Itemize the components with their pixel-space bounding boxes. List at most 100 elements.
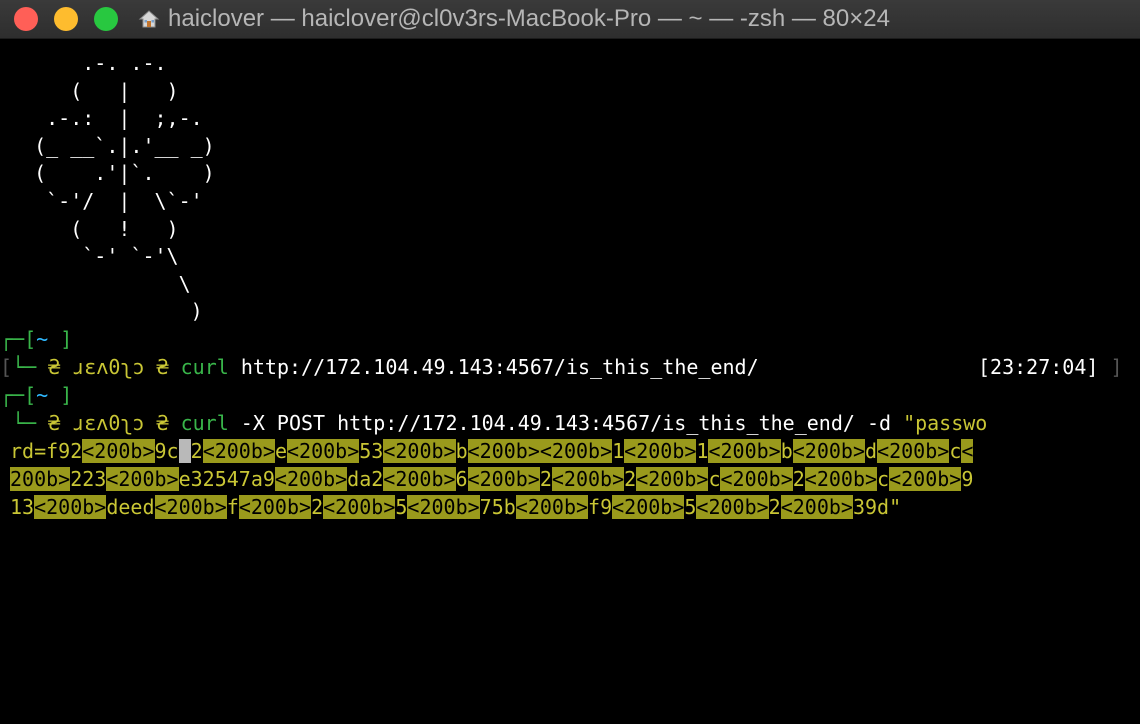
command-string-segment: <200b> — [34, 495, 107, 519]
command-string-segment: deed — [106, 495, 155, 519]
prompt-icon: ₴ — [144, 411, 181, 435]
command-string-segment: 9c — [154, 439, 179, 463]
prompt-icon: ₴ — [144, 355, 181, 379]
command-string-segment: <200b> — [612, 495, 685, 519]
ascii-art-line: ( ! ) — [10, 216, 179, 241]
command-string-segment: 6 — [455, 467, 468, 491]
command-string-segment: 1 — [612, 439, 625, 463]
command-string-segment: < — [961, 439, 974, 463]
terminal-content[interactable]: .-. .-. ( | ) .-.: | ;,-. (_ __`.|.'__ _… — [0, 39, 1140, 724]
command-string-segment: <200b> — [82, 439, 155, 463]
command-string-segment: <200b> — [515, 495, 589, 519]
command-string-segment: 2 — [311, 495, 324, 519]
command-string-segment: c — [949, 439, 962, 463]
ascii-art-line: (_ __`.|.'__ _) — [10, 133, 215, 158]
command-string-segment: 2 — [624, 467, 637, 491]
command-string-segment: 53 — [359, 439, 384, 463]
command-string-segment: c — [708, 467, 721, 491]
terminal-window: haiclover — haiclover@cl0v3rs-MacBook-Pr… — [0, 0, 1140, 724]
command-string-segment: 200b> — [10, 467, 71, 491]
prompt-user: ɹɛʌ0ʅɔ — [72, 355, 145, 379]
command-string-segment: <200b> — [407, 495, 480, 519]
command-string-segment: <200b> — [624, 439, 697, 463]
prompt-2-top: ┌─[~ ] — [0, 383, 73, 407]
prompt-2-command-line[interactable]: └─ ₴ ɹɛʌ0ʅɔ ₴ curl -X POST http://172.10… — [0, 409, 987, 437]
ascii-art-line: \ — [10, 271, 191, 296]
command-string-segment: <200b> — [274, 467, 348, 491]
command-string-segment: e — [274, 439, 287, 463]
command-string-segment: 2 — [190, 439, 203, 463]
command-string-segment: 5 — [395, 495, 408, 519]
command-string-segment: 2 — [792, 467, 805, 491]
ascii-art-line: .-. .-. — [10, 51, 167, 75]
command-string-segment: <200b> — [202, 439, 275, 463]
command-string-segment: 5 — [684, 495, 697, 519]
command-string-segment: <200b> — [804, 467, 878, 491]
command-string-segment: rd=f92 — [10, 439, 83, 463]
command-string-segment: <200b> — [792, 439, 866, 463]
command-string-segment: 39d — [852, 495, 890, 519]
maximize-window-button[interactable] — [94, 7, 118, 31]
window-title-text: haiclover — haiclover@cl0v3rs-MacBook-Pr… — [168, 5, 890, 32]
command-string-segment: <200b> — [286, 439, 360, 463]
command-string-segment: 2 — [768, 495, 781, 519]
command-string-segment: e32547a9 — [178, 467, 275, 491]
command-string-segment: <200b> — [383, 439, 456, 463]
command-string: "passwo — [903, 411, 988, 435]
ascii-art-line: .-.: | ;,-. — [10, 106, 203, 131]
ascii-art-line: ( .'|`. ) — [10, 161, 215, 186]
command-string-segment: f9 — [588, 495, 613, 519]
command-string-segment: 2 — [539, 467, 552, 491]
command-string-segment: da2 — [347, 467, 384, 491]
command-string-segment: <200b> — [636, 467, 709, 491]
text-cursor — [178, 439, 191, 463]
command-string-segment: " — [889, 495, 902, 519]
home-icon — [138, 10, 160, 28]
command-string-segment: b — [455, 439, 468, 463]
command-wrap-line-1[interactable]: rd=f92<200b>9c 2<200b>e<200b>53<200b>b<2… — [10, 437, 974, 465]
command-string-segment: 9 — [961, 467, 974, 491]
command-name: curl — [180, 355, 229, 379]
command-wrap-line-3[interactable]: 13<200b>deed<200b>f<200b>2<200b>5<200b>7… — [10, 493, 901, 521]
window-title: haiclover — haiclover@cl0v3rs-MacBook-Pr… — [138, 0, 890, 38]
command-string-segment: <200b><200b> — [467, 439, 613, 463]
command-string-segment: <200b> — [780, 495, 853, 519]
command-string-segment: 75b — [479, 495, 516, 519]
prompt-1-top: ┌─[~ ] — [0, 327, 73, 351]
prompt-user: ɹɛʌ0ʅɔ — [72, 411, 145, 435]
command-string-segment: c — [877, 467, 890, 491]
prompt-icon: ₴ — [36, 411, 73, 435]
prompt-1-command-line: [└─ ₴ ɹɛʌ0ʅɔ ₴ curl http://172.104.49.14… — [0, 355, 759, 379]
command-string-segment: <200b> — [383, 467, 456, 491]
command-string-segment: <200b> — [696, 495, 769, 519]
command-args: -X POST http://172.104.49.143:4567/is_th… — [228, 411, 904, 435]
title-bar[interactable]: haiclover — haiclover@cl0v3rs-MacBook-Pr… — [0, 0, 1140, 39]
command-string-segment: <200b> — [154, 495, 227, 519]
command-string-segment: d — [865, 439, 878, 463]
command-string-segment: f — [226, 495, 239, 519]
minimize-window-button[interactable] — [54, 7, 78, 31]
command-string-segment: <200b> — [720, 467, 793, 491]
command-string-segment: <200b> — [877, 439, 950, 463]
ascii-art-line: ) — [10, 299, 203, 324]
command-string-segment: b — [780, 439, 793, 463]
command-string-segment: <200b> — [106, 467, 179, 491]
command-string-segment: <200b> — [467, 467, 540, 491]
command-string-segment: 13 — [10, 495, 35, 519]
prompt-1-timestamp: [23:27:04] ] — [978, 355, 1123, 379]
command-wrap-line-2[interactable]: 200b>223<200b>e32547a9<200b>da2<200b>6<2… — [10, 465, 973, 493]
command-string-segment: <200b> — [323, 495, 396, 519]
command-string-segment: 1 — [696, 439, 709, 463]
command-name: curl — [180, 411, 229, 435]
prompt-icon: ₴ — [36, 355, 73, 379]
command-string-segment: <200b> — [889, 467, 962, 491]
close-window-button[interactable] — [14, 7, 38, 31]
ascii-art-line: `-' `-'\ — [10, 244, 179, 269]
command-string-segment: <200b> — [551, 467, 625, 491]
command-string-segment: <200b> — [708, 439, 781, 463]
command-args: http://172.104.49.143:4567/is_this_the_e… — [228, 355, 759, 379]
command-string-segment: 223 — [70, 467, 107, 491]
ascii-art-line: ( | ) — [10, 78, 179, 103]
ascii-art-line: `-'/ | \`-' — [10, 189, 203, 213]
command-string-segment: <200b> — [238, 495, 312, 519]
